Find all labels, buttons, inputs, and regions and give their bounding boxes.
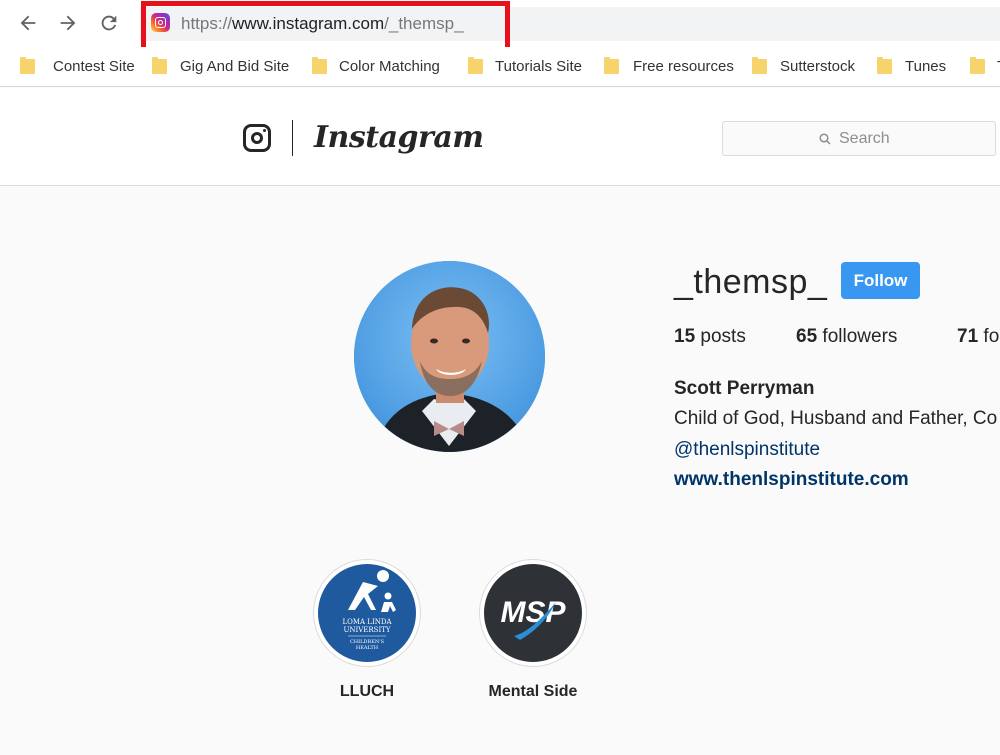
posts-label: posts [700,326,746,347]
back-button[interactable] [14,9,42,37]
lluch-logo: LOMA LINDA UNIVERSITY CHILDREN'S HEALTH [318,564,416,662]
instagram-logo-icon[interactable] [243,124,271,152]
highlight-label-lluch[interactable]: LLUCH [313,683,421,701]
following-number: 71 [957,326,979,347]
profile-full-name: Scott Perryman [674,378,815,399]
folder-icon [468,56,483,74]
reload-button[interactable] [95,9,123,37]
folder-icon [752,56,767,74]
header-divider [292,120,293,156]
browser-toolbar: https://www.instagram.com/_themsp_ [0,0,1000,55]
bookmark-tunes[interactable]: Tunes [877,56,946,76]
folder-icon [604,56,619,74]
bookmark-label: Gig And Bid Site [180,57,290,75]
bookmark-free-resources[interactable]: Free resources [604,56,734,76]
bookmark-color-matching[interactable]: Color Matching [312,56,440,76]
forward-arrow-icon [60,15,76,31]
svg-text:LOMA LINDA: LOMA LINDA [342,618,392,626]
search-placeholder: Search [839,130,890,147]
folder-icon [152,56,167,74]
svg-text:MSP: MSP [500,596,566,629]
bookmark-gig-and-bid-site[interactable]: Gig And Bid Site [152,56,289,76]
bookmark-sutterstock[interactable]: Sutterstock [752,56,855,76]
followers-label: followers [822,326,898,347]
back-arrow-icon [20,15,36,31]
followers-number: 65 [796,326,818,347]
instagram-wordmark[interactable]: Instagram [314,120,484,155]
search-input[interactable]: Search [722,121,996,156]
instagram-header: Instagram Search [0,88,1000,186]
bookmarks-bar: Contest Site Gig And Bid Site Color Matc… [0,47,1000,87]
bookmark-tutorials-site[interactable]: Tutorials Site [468,56,582,76]
profile-photo [354,261,545,452]
forward-button[interactable] [54,9,82,37]
following-label: fo [983,326,1000,347]
folder-icon [20,56,35,74]
posts-count[interactable]: 15 posts [674,326,746,348]
highlight-lluch[interactable]: LOMA LINDA UNIVERSITY CHILDREN'S HEALTH [313,559,421,669]
bookmark-label: Sutterstock [780,57,856,75]
highlight-mental-side[interactable]: MSP [479,559,587,669]
svg-text:UNIVERSITY: UNIVERSITY [343,626,390,634]
msp-logo: MSP [484,564,582,662]
reload-icon [101,15,117,31]
bookmark-label: Tunes [905,57,947,75]
bookmark-truncated[interactable]: T [970,56,1000,76]
follow-button[interactable]: Follow [841,262,920,299]
folder-icon [312,56,327,74]
highlight-label-mental-side[interactable]: Mental Side [479,683,587,701]
profile-username: _themsp_ [674,263,828,301]
profile-mention-link[interactable]: @thenlspinstitute [674,439,820,461]
bookmark-label: Free resources [633,57,734,75]
bookmark-label: Color Matching [339,57,440,75]
svg-text:HEALTH: HEALTH [356,645,379,651]
folder-icon [877,56,892,74]
profile-avatar[interactable] [354,261,545,452]
profile-bio: Child of God, Husband and Father, Co [674,408,998,429]
bookmark-label: Contest Site [53,57,135,75]
bookmark-label: Tutorials Site [495,57,582,75]
followers-count[interactable]: 65 followers [796,326,897,348]
following-count[interactable]: 71 fo [957,326,999,348]
profile-website-link[interactable]: www.thenlspinstitute.com [674,469,909,491]
bookmark-contest-site[interactable]: Contest Site [20,56,135,76]
folder-icon [970,56,985,74]
posts-number: 15 [674,326,696,347]
search-icon [819,133,831,145]
